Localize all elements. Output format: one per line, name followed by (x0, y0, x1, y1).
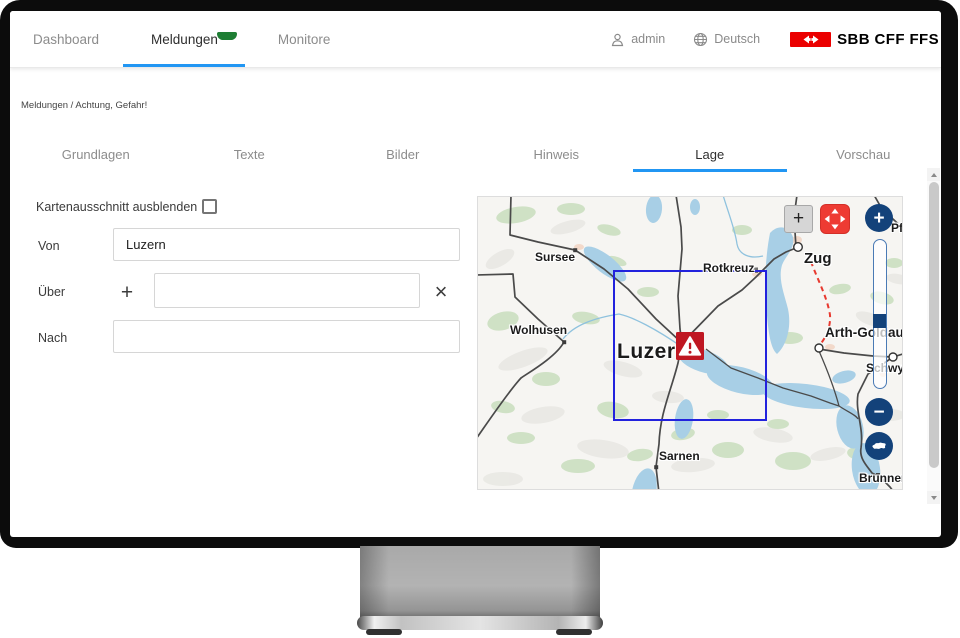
tab-vorschau[interactable]: Vorschau (787, 142, 941, 172)
switzerland-icon (868, 435, 890, 457)
nav-right-group: admin Deutsch SBB CFF FFS (610, 11, 939, 67)
plus-icon: + (121, 282, 133, 303)
nav-item-meldungen[interactable]: Meldungen (151, 11, 218, 67)
place-label-rotkreuz: Rotkreuz (703, 261, 754, 275)
von-label: Von (38, 239, 60, 253)
notification-badge (217, 32, 237, 40)
chevron-up-icon (931, 173, 937, 177)
user-menu[interactable]: admin (610, 32, 665, 47)
language-label: Deutsch (714, 32, 760, 46)
zoom-in-button[interactable]: + (865, 204, 893, 232)
tab-lage[interactable]: Lage (633, 142, 787, 172)
hide-map-label: Kartenausschnitt ausblenden (36, 200, 197, 214)
zoom-slider[interactable] (873, 239, 887, 389)
top-nav-bar: Dashboard Meldungen Monitore admin (10, 11, 941, 68)
tab-texte[interactable]: Texte (173, 142, 327, 172)
nach-input[interactable] (113, 320, 460, 353)
brand-label: SBB CFF FFS (837, 31, 939, 48)
scroll-up-button[interactable] (927, 168, 940, 181)
danger-warning-marker[interactable] (676, 332, 704, 360)
ueber-label: Über (38, 285, 65, 299)
map-panel[interactable]: Sursee Wolhusen Rotkreuz Zug Luzern Arth… (477, 196, 903, 490)
content-scrollbar[interactable] (927, 168, 940, 504)
place-label-wolhusen: Wolhusen (510, 323, 567, 337)
monitor-stand-neck (360, 546, 600, 618)
place-label-sursee: Sursee (535, 250, 575, 264)
chevron-down-icon (931, 496, 937, 500)
brand-logo[interactable]: SBB CFF FFS (790, 31, 939, 48)
place-label-pfaeffikon: Pfäffikon (891, 221, 903, 235)
clear-via-button[interactable]: × (429, 280, 453, 304)
scrollbar-thumb[interactable] (929, 182, 939, 468)
zoom-slider-handle[interactable] (873, 314, 886, 328)
nav-left-group: Dashboard Meldungen Monitore (33, 11, 330, 67)
language-menu[interactable]: Deutsch (693, 32, 760, 47)
warning-icon (676, 332, 704, 360)
nav-item-monitore[interactable]: Monitore (278, 11, 331, 67)
close-icon: × (435, 281, 448, 303)
plus-icon: + (793, 208, 804, 230)
place-label-sarnen: Sarnen (659, 449, 700, 463)
tab-hinweis[interactable]: Hinweis (480, 142, 634, 172)
sbb-arrows-icon (790, 32, 831, 47)
plus-icon: + (873, 209, 884, 228)
tab-grundlagen[interactable]: Grundlagen (19, 142, 173, 172)
switzerland-extent-button[interactable] (865, 432, 893, 460)
monitor-stand-base (357, 616, 603, 630)
globe-icon (693, 32, 708, 47)
place-label-brunnen: Brunnen (859, 471, 903, 485)
place-label-arth-goldau: Arth-Goldau (825, 325, 903, 340)
ueber-input[interactable] (154, 273, 420, 308)
person-icon (610, 32, 625, 47)
breadcrumb[interactable]: Meldungen / Achtung, Gefahr! (21, 100, 147, 111)
monitor-foot-right (556, 629, 592, 635)
add-via-button[interactable]: + (115, 280, 139, 304)
tab-bilder[interactable]: Bilder (326, 142, 480, 172)
place-label-zug: Zug (804, 250, 832, 267)
hide-map-checkbox[interactable] (202, 199, 217, 214)
scroll-down-button[interactable] (927, 491, 940, 504)
user-label: admin (631, 32, 665, 46)
app-screen: Dashboard Meldungen Monitore admin (10, 11, 941, 537)
nav-item-dashboard[interactable]: Dashboard (33, 11, 99, 67)
editor-tabs: Grundlagen Texte Bilder Hinweis Lage Vor… (19, 142, 940, 172)
nach-label: Nach (38, 331, 67, 345)
zoom-out-button[interactable]: − (865, 398, 893, 426)
minus-icon: − (873, 403, 884, 422)
move-arrows-icon (822, 206, 848, 232)
von-input[interactable] (113, 228, 460, 261)
pan-mode-button[interactable] (820, 204, 850, 234)
layer-add-button[interactable]: + (784, 205, 813, 233)
monitor-foot-left (366, 629, 402, 635)
